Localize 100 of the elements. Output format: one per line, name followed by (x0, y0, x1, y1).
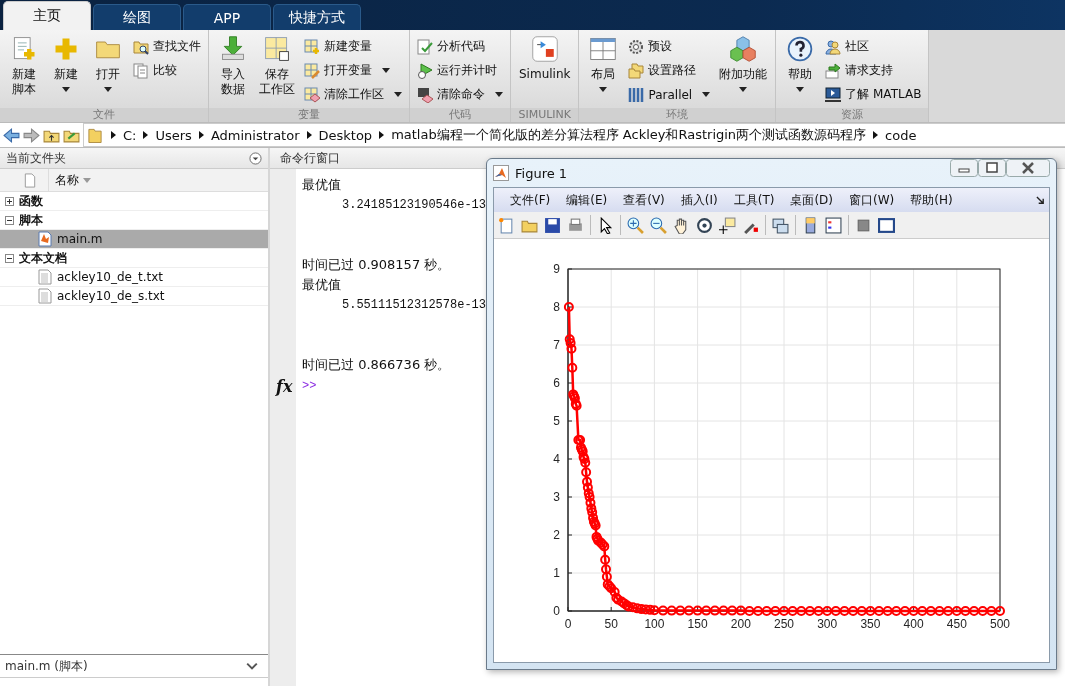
ribbon-button[interactable]: 查找文件 (130, 35, 204, 58)
panel-icon[interactable] (878, 216, 895, 234)
ribbon-button[interactable]: 清除工作区 (301, 83, 405, 106)
monitor-play-icon (825, 86, 842, 103)
ribbon-button[interactable]: 清除命令 (414, 83, 506, 106)
expander-icon[interactable] (5, 215, 14, 225)
panel-menu-icon[interactable] (249, 151, 262, 165)
app-logo-icon (493, 165, 509, 181)
tree-folder[interactable]: 函数 (0, 192, 268, 211)
ribbon-button[interactable]: 请求支持 (822, 59, 925, 82)
path-segment[interactable]: Desktop (318, 127, 373, 143)
ribbon-button[interactable]: Parallel (625, 83, 714, 106)
chevron-down-icon[interactable] (246, 662, 258, 670)
ribbon-button[interactable]: Simulink (515, 33, 575, 84)
data-point (675, 605, 686, 616)
data-point (770, 606, 781, 616)
zoom-in-icon[interactable] (627, 216, 644, 234)
dock-icon[interactable] (1036, 195, 1045, 205)
file-item[interactable]: main.m (0, 230, 268, 249)
ribbon-button[interactable]: 新建变量 (301, 35, 405, 58)
menu-item[interactable]: 查看(V) (615, 191, 673, 209)
chevron-icon (873, 131, 879, 139)
menu-item[interactable]: 工具(T) (725, 191, 783, 209)
caret-icon (62, 87, 70, 92)
data-point (601, 571, 612, 582)
data-point (567, 362, 578, 373)
arrow-envelope-icon (825, 62, 842, 79)
file-item[interactable]: ackley10_de_s.txt (0, 287, 268, 306)
ribbon-button[interactable]: 了解 MATLAB (822, 83, 925, 106)
data-point (822, 606, 833, 616)
save-icon[interactable] (544, 216, 561, 234)
data-cursor-icon[interactable] (719, 216, 736, 234)
expander-icon[interactable] (5, 196, 14, 206)
ribbon-button[interactable]: 设置路径 (625, 59, 714, 82)
ribbon-button[interactable]: 导入 数据 (213, 33, 253, 99)
path-segment[interactable]: matlab编程一个简化版的差分算法程序 Ackley和Rastrigin两个测试函数源码程序 (391, 126, 867, 144)
panel-title: 当前文件夹 (6, 149, 66, 167)
back-icon[interactable] (3, 126, 20, 144)
data-point (865, 606, 876, 616)
print-icon[interactable] (567, 216, 584, 234)
menu-item[interactable]: 帮助(H) (902, 191, 961, 209)
function-icon[interactable]: fx (276, 377, 293, 396)
tick-label: 0 (553, 604, 560, 618)
data-point (735, 605, 746, 616)
ribbon-button[interactable]: 新建 脚本 (4, 33, 44, 99)
rotate-icon[interactable] (696, 216, 713, 234)
ribbon-tab[interactable]: 快捷方式 (273, 4, 361, 30)
data-point (761, 606, 772, 616)
ribbon-button[interactable]: 比较 (130, 59, 204, 82)
path-segment[interactable]: code (885, 127, 917, 143)
maximize-button[interactable] (978, 159, 1006, 177)
ribbon-button[interactable]: 附加功能 (715, 33, 772, 94)
zoom-out-icon[interactable] (650, 216, 667, 234)
data-point (586, 503, 597, 514)
path-segment[interactable]: C: (123, 127, 137, 143)
command-prompt[interactable]: >> (302, 379, 317, 393)
block-diagram-icon (530, 35, 559, 63)
ribbon-button[interactable]: 打开变量 (301, 59, 405, 82)
path-segment[interactable]: Administrator (210, 127, 300, 143)
ribbon-button[interactable]: 布局 (583, 33, 624, 94)
ribbon-button[interactable]: 社区 (822, 35, 925, 58)
caret-icon (599, 87, 608, 92)
close-button[interactable] (1006, 159, 1050, 177)
tree-folder[interactable]: 文本文档 (0, 249, 268, 268)
ribbon-tab[interactable]: 主页 (3, 1, 91, 30)
menu-item[interactable]: 文件(F) (502, 191, 559, 209)
data-point (563, 302, 574, 312)
expander-icon[interactable] (5, 253, 14, 263)
tick-label: 400 (903, 617, 924, 631)
window-title: Figure 1 (515, 165, 568, 181)
menu-item[interactable]: 插入(I) (672, 191, 726, 209)
output-value: 5.55111512312578e-13 (342, 297, 487, 314)
layout-grid-icon (589, 35, 618, 63)
data-point (692, 605, 703, 616)
ribbon-button[interactable]: 帮助 (780, 33, 821, 94)
ribbon-button[interactable]: 运行并计时 (414, 59, 506, 82)
ribbon-tab[interactable]: APP (183, 4, 271, 30)
data-point (585, 497, 596, 508)
ribbon-button[interactable]: 打开 (88, 33, 128, 94)
link-icon[interactable] (772, 216, 789, 234)
menu-item[interactable]: 桌面(D) (782, 191, 841, 209)
data-point (718, 605, 729, 616)
data-point (882, 606, 893, 616)
menu-item[interactable]: 编辑(E) (558, 191, 616, 209)
file-item[interactable]: ackley10_de_t.txt (0, 268, 268, 287)
ribbon-button[interactable]: 分析代码 (414, 35, 506, 58)
data-point (601, 564, 611, 575)
tick-label: 3 (553, 490, 560, 504)
text-file-icon (38, 269, 52, 285)
data-point (582, 476, 592, 487)
ribbon-button[interactable]: 预设 (625, 35, 714, 58)
ribbon-tab[interactable]: 绘图 (93, 4, 181, 30)
grid-disk-icon (263, 35, 291, 63)
ribbon-button[interactable]: 保存 工作区 (255, 33, 299, 99)
ribbon-button[interactable]: 新建 (46, 33, 86, 94)
legend-icon[interactable] (825, 216, 842, 234)
group-label: 文件 (0, 108, 208, 122)
data-point (848, 606, 859, 616)
path-segment[interactable]: Users (155, 127, 192, 143)
menu-item[interactable]: 窗口(W) (841, 191, 903, 209)
